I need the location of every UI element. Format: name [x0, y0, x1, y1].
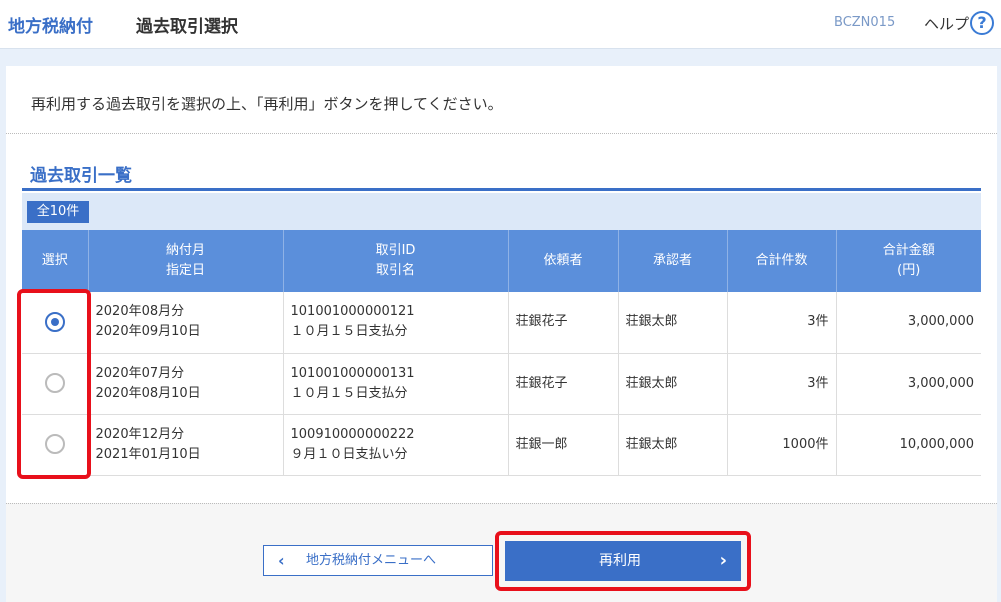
- app-title: 地方税納付: [8, 17, 93, 37]
- amount-cell: 3,000,000: [835, 292, 981, 354]
- reuse-button[interactable]: 再利用 ›: [505, 541, 741, 581]
- row-select-radio[interactable]: [44, 434, 65, 455]
- count-cell: 1000件: [726, 414, 836, 476]
- approver-cell: 荘銀太郎: [617, 292, 727, 354]
- column-header-requester: 依頼者: [507, 230, 618, 292]
- requester-cell: 荘銀花子: [507, 292, 618, 354]
- month-cell: 2020年08月分 2020年09月10日: [87, 292, 283, 354]
- main-panel: 再利用する過去取引を選択の上、「再利用」ボタンを押してください。 過去取引一覧 …: [6, 66, 997, 602]
- count-cell: 3件: [726, 292, 836, 354]
- table-header-row: 選択 納付月 指定日 取引ID 取引名 依頼者 承認者 合計件数 合計金額 (円): [22, 230, 981, 292]
- instruction-text: 再利用する過去取引を選択の上、「再利用」ボタンを押してください。: [31, 95, 503, 113]
- chevron-right-icon: ›: [719, 550, 727, 571]
- column-header-approver: 承認者: [617, 230, 727, 292]
- section-title: 過去取引一覧: [30, 166, 132, 186]
- table-row: 2020年07月分 2020年08月10日 101001000000131 １０月１…: [22, 353, 981, 415]
- amount-cell: 10,000,000: [835, 414, 981, 476]
- help-link[interactable]: ヘルプ: [924, 13, 969, 34]
- transaction-cell: 101001000000121 １０月１５日支払分: [282, 292, 508, 354]
- requester-cell: 荘銀花子: [507, 353, 618, 415]
- back-button-label: 地方税納付メニューへ: [306, 553, 437, 568]
- column-header-select: 選択: [22, 230, 88, 292]
- amount-cell: 3,000,000: [835, 353, 981, 415]
- column-header-month: 納付月 指定日: [87, 230, 283, 292]
- approver-cell: 荘銀太郎: [617, 353, 727, 415]
- top-bar: 地方税納付 過去取引選択 BCZN015 ヘルプ ?: [0, 0, 1001, 49]
- column-header-count: 合計件数: [726, 230, 836, 292]
- section-divider: [22, 188, 981, 191]
- column-header-amount: 合計金額 (円): [835, 230, 981, 292]
- column-header-transaction: 取引ID 取引名: [282, 230, 508, 292]
- divider: [6, 133, 997, 134]
- approver-cell: 荘銀太郎: [617, 414, 727, 476]
- screen-id: BCZN015: [834, 15, 896, 30]
- total-count-badge: 全10件: [27, 201, 89, 223]
- table-row: 2020年08月分 2020年09月10日 101001000000121 １０月１…: [22, 292, 981, 354]
- table-row: 2020年12月分 2021年01月10日 100910000000222 ９月１０…: [22, 414, 981, 476]
- count-cell: 3件: [726, 353, 836, 415]
- divider: [6, 503, 997, 504]
- result-count-bar: 全10件: [22, 193, 981, 230]
- requester-cell: 荘銀一郎: [507, 414, 618, 476]
- transaction-cell: 101001000000131 １０月１５日支払分: [282, 353, 508, 415]
- month-cell: 2020年07月分 2020年08月10日: [87, 353, 283, 415]
- button-area: [6, 503, 997, 602]
- page-title: 過去取引選択: [136, 17, 238, 37]
- back-to-menu-button[interactable]: ‹ 地方税納付メニューへ: [263, 545, 493, 576]
- transaction-cell: 100910000000222 ９月１０日支払い分: [282, 414, 508, 476]
- chevron-left-icon: ‹: [278, 551, 285, 570]
- transaction-table: 選択 納付月 指定日 取引ID 取引名 依頼者 承認者 合計件数 合計金額 (円) 2…: [22, 230, 981, 476]
- reuse-button-label: 再利用: [599, 553, 641, 569]
- help-icon[interactable]: ?: [970, 11, 994, 35]
- row-select-radio[interactable]: [44, 373, 65, 394]
- month-cell: 2020年12月分 2021年01月10日: [87, 414, 283, 476]
- row-select-radio[interactable]: [44, 312, 65, 332]
